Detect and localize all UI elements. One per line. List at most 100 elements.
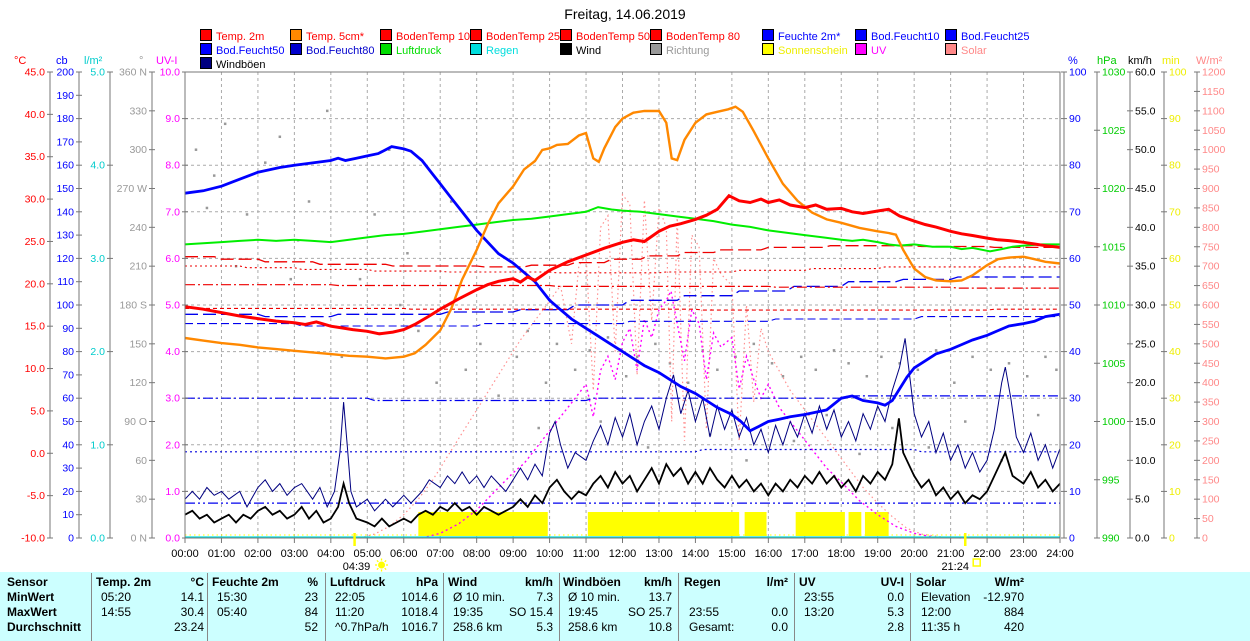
legend-label: Sonnenschein: [778, 45, 848, 57]
axis-tick-label: 4.0: [165, 346, 180, 358]
axis-tick-label: 200: [1202, 455, 1220, 467]
axis-tick-label: 20.0: [25, 278, 46, 290]
legend-swatch: [855, 29, 867, 41]
axis-tick-label: 700: [1202, 261, 1220, 273]
axis-tick-label: 6.0: [165, 253, 180, 265]
axis-tick-label: 180: [56, 113, 74, 125]
axis-tick-label: 10: [1069, 486, 1081, 498]
axis-humidity: 0 10 20 30 40 50 60 70 80 90 100%: [1061, 55, 1087, 545]
axis-tick-label: 80: [1069, 160, 1081, 172]
axis-tick-label: 150: [129, 338, 147, 350]
legend-item-bod-feucht80: Bod.Feucht80: [290, 43, 375, 57]
axis-tick-label: 5.0: [90, 67, 105, 79]
axis-tick-label: 1200: [1202, 67, 1226, 79]
axis-tick-label: 650: [1202, 280, 1220, 292]
table-cell: 23.24: [173, 620, 204, 634]
table-cell: Sensor: [7, 575, 48, 589]
sunshine-bar: [418, 512, 548, 536]
axis-tick-label: 400: [1202, 377, 1220, 389]
table-cell: 10.8: [648, 620, 672, 634]
axis-tick-label: 1015: [1102, 241, 1126, 253]
axis-tick-label: 20.0: [1135, 377, 1156, 389]
axis-tick-label: 0: [1202, 533, 1208, 545]
table-cell: km/h: [643, 575, 672, 589]
legend-swatch: [855, 43, 867, 55]
table-cell: 5.3: [536, 620, 553, 634]
table-cell: MaxWert: [7, 605, 57, 619]
sunshine-bars: [185, 512, 1060, 536]
axis-tick-label: 0 N: [131, 533, 147, 545]
legend-label: BodenTemp 25: [486, 31, 560, 43]
x-tick-label: 03:00: [281, 548, 309, 560]
sunset-icon: [972, 558, 981, 567]
x-tick-label: 07:00: [426, 548, 454, 560]
legend-swatch: [560, 29, 572, 41]
axis-tick-label: 900: [1202, 183, 1220, 195]
legend-swatch: [945, 43, 957, 55]
axis-unit-label: UV-I: [156, 55, 177, 67]
axis-tick-label: 9.0: [165, 113, 180, 125]
x-tick-label: 09:00: [499, 548, 527, 560]
legend-swatch: [200, 29, 212, 41]
x-tick-label: 10:00: [536, 548, 564, 560]
axis-uv-index: 0.0 1.0 2.0 3.0 4.0 5.0 6.0 7.0 8.0 9.0 10.0UV-I: [156, 55, 188, 545]
legend-swatch: [380, 43, 392, 55]
axis-unit-label: km/h: [1128, 55, 1152, 67]
axis-tick-label: 100: [1069, 67, 1087, 79]
axis-tick-label: 990: [1102, 533, 1120, 545]
legend-label: UV: [871, 45, 887, 57]
series-bodentemp80: [185, 307, 1060, 311]
axis-tick-label: 40.0: [25, 109, 46, 121]
axis-tick-label: 60.0: [1135, 67, 1156, 79]
table-cell: 5.3: [887, 605, 904, 619]
axis-tick-label: 60: [1169, 253, 1181, 265]
table-cell: 23: [304, 590, 318, 604]
axis-tick-label: 55.0: [1135, 105, 1156, 117]
axis-unit-label: °C: [14, 55, 26, 67]
axis-temperature: -10.0 -5.0 0.0 5.0 10.0 15.0 20.0 25.0 30.0 35.0 4…: [14, 55, 53, 545]
table-separator: [559, 573, 560, 641]
legend-swatch: [290, 29, 302, 41]
sunshine-bar: [864, 512, 889, 536]
table-cell: 30.4: [180, 605, 204, 619]
axis-tick-label: 30: [135, 494, 147, 506]
axis-tick-label: 3.0: [165, 393, 180, 405]
legend-label: Solar: [961, 45, 987, 57]
axis-tick-label: 45.0: [25, 67, 46, 79]
axis-tick-label: 10: [62, 509, 74, 521]
series-bodentemp50: [185, 284, 1060, 289]
table-cell: hPa: [415, 575, 438, 589]
x-tick-label: 00:00: [171, 548, 199, 560]
legend-swatch: [200, 57, 212, 69]
axis-tick-label: 5.0: [30, 405, 45, 417]
axis-rain-amount: 0.0 1.0 2.0 3.0 4.0 5.0l/m²: [84, 55, 113, 545]
axis-tick-label: 4.0: [90, 160, 105, 172]
axis-unit-label: cb: [56, 55, 68, 67]
axis-tick-label: 40: [62, 439, 74, 451]
legend-label: Bod.Feucht80: [306, 45, 375, 57]
axis-tick-label: 50: [1069, 300, 1081, 312]
x-tick-label: 17:00: [791, 548, 819, 560]
axis-tick-label: 210: [129, 261, 147, 273]
legend-item-richtung: Richtung: [650, 43, 709, 57]
axis-tick-label: 30.0: [25, 194, 46, 206]
x-tick-label: 02:00: [244, 548, 272, 560]
axis-tick-label: 35.0: [1135, 261, 1156, 273]
legend-item-sonnenschein: Sonnenschein: [762, 43, 848, 57]
x-tick-label: 11:00: [573, 548, 600, 560]
x-tick-label: 15:00: [718, 548, 746, 560]
axis-tick-label: 7.0: [165, 206, 180, 218]
axis-tick-label: 200: [56, 67, 74, 79]
axis-tick-label: 950: [1202, 164, 1220, 176]
axis-tick-label: 90: [1069, 113, 1081, 125]
axis-tick-label: 25.0: [25, 236, 46, 248]
legend-label: Temp. 2m: [216, 31, 265, 43]
axis-tick-label: 800: [1202, 222, 1220, 234]
table-cell: 1016.7: [401, 620, 438, 634]
table-cell: 52: [304, 620, 318, 634]
axis-tick-label: 850: [1202, 202, 1220, 214]
weather-chart: -10.0 -5.0 0.0 5.0 10.0 15.0 20.0 25.0 30.0 35.0 4…: [14, 55, 1226, 573]
axis-tick-label: 1150: [1202, 86, 1225, 98]
axis-tick-label: 20: [62, 486, 74, 498]
table-separator: [678, 573, 679, 641]
